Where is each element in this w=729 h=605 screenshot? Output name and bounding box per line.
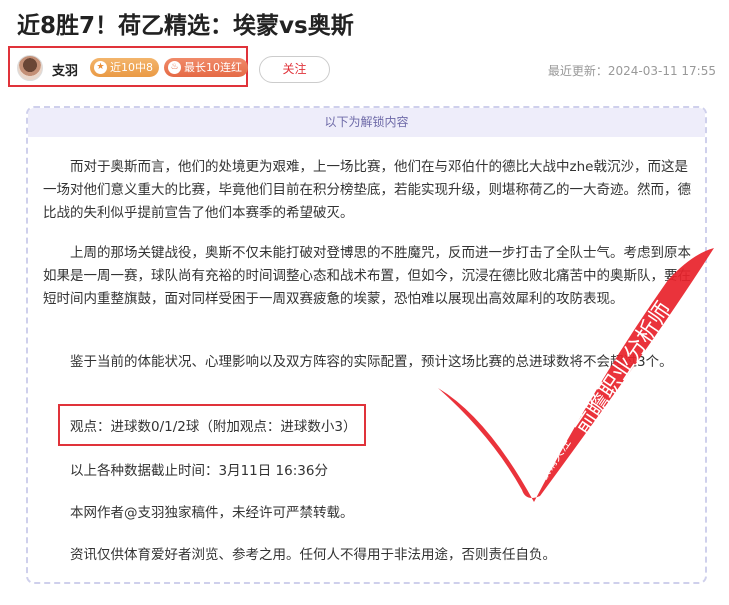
- disclaimer-text: 资讯仅供体育爱好者浏览、参考之用。任何人不得用于非法用途，否则责任自负。: [70, 547, 556, 563]
- star-icon: ★: [94, 61, 107, 74]
- author-avatar[interactable]: [17, 55, 43, 81]
- copyright-text: 本网作者@支羽独家稿件，未经许可严禁转载。: [70, 505, 354, 521]
- opinion-text: 观点：进球数0/1/2球（附加观点：进球数小3）: [70, 419, 357, 435]
- data-cutoff-text: 以上各种数据截止时间：3月11日 16:36分: [70, 463, 328, 479]
- streak-badge: ♨ 最长10连红: [164, 58, 248, 77]
- hit-rate-badge: ★ 近10中8: [90, 58, 159, 77]
- watermark-main-text: 前瞻职业分析师: [570, 298, 677, 440]
- unlock-banner: 以下为解锁内容: [28, 108, 705, 137]
- article-title: 近8胜7！荷乙精选：埃蒙vs奥斯: [17, 13, 354, 39]
- flame-icon: ♨: [168, 61, 181, 74]
- author-name[interactable]: 支羽: [52, 60, 78, 79]
- checkmark-watermark-icon: 前瞻职业分析师 敬请关注: [438, 248, 714, 502]
- hit-rate-label: 近10中8: [110, 61, 153, 74]
- update-time: 最近更新：2024-03-11 17:55: [547, 64, 716, 78]
- follow-button[interactable]: 关注: [259, 56, 330, 83]
- paragraph-1: 而对于奥斯而言，他们的处境更为艰难，上一场比赛，他们在与邓伯什的德比大战中zhe…: [43, 159, 691, 221]
- streak-label: 最长10连红: [184, 61, 242, 74]
